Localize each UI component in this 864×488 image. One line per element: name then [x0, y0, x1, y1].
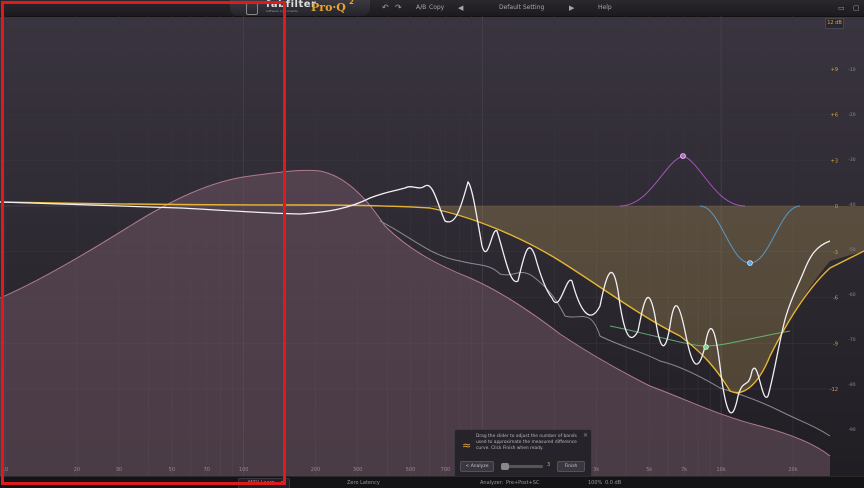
db-label: +6	[831, 113, 838, 119]
finish-button[interactable]: Finish	[557, 461, 585, 472]
analyzer-db-label: -70	[848, 337, 855, 343]
analyzer-db-label: -40	[848, 202, 855, 208]
db-label: 0	[835, 204, 838, 210]
db-label: +9	[831, 67, 838, 73]
minimize-icon[interactable]: ▭	[838, 0, 845, 16]
help-button[interactable]: Help	[598, 0, 612, 16]
band1-node[interactable]	[680, 153, 686, 159]
freq-label: 500	[406, 467, 416, 473]
band-count-value: 3	[547, 462, 551, 468]
analyzer-db-label: -30	[848, 157, 855, 163]
freq-label: 200	[311, 467, 321, 473]
freq-label: 7k	[681, 467, 687, 473]
band1-curve	[619, 155, 746, 207]
copy-button[interactable]: Copy	[429, 0, 444, 16]
analyzer-db-label: -80	[848, 382, 855, 388]
preset-next-icon[interactable]: ▶	[569, 0, 574, 16]
analyzer-db-label: -90	[848, 427, 855, 433]
analyzer-label: Analyzer:	[480, 480, 504, 486]
expand-icon[interactable]: ▢	[853, 0, 860, 16]
analyzer-db-label: -50	[848, 247, 855, 253]
db-label: +3	[831, 158, 838, 164]
redo-icon[interactable]: ↷	[395, 0, 402, 16]
gain-range-badge[interactable]: 12 dB	[825, 18, 844, 29]
analyze-button[interactable]: < Analyze	[460, 461, 494, 472]
band3-node[interactable]	[703, 344, 709, 350]
db-label: -3	[833, 250, 838, 256]
preset-prev-icon[interactable]: ◀	[458, 0, 463, 16]
db-label: -6	[833, 296, 838, 302]
difference-curve-icon: ≈	[462, 439, 472, 452]
freq-label: 10k	[716, 467, 725, 473]
undo-icon[interactable]: ↶	[382, 0, 389, 16]
analyzer-db-label: -60	[848, 292, 855, 298]
analyzer-mode[interactable]: Pre+Post+SC	[506, 477, 539, 488]
product-name: Pro·Q	[311, 1, 346, 14]
highlight-box	[1, 1, 286, 485]
band-count-slider-knob[interactable]	[501, 463, 509, 470]
band-count-slider[interactable]	[503, 465, 543, 468]
freq-label: 3k	[593, 467, 599, 473]
preset-name[interactable]: Default Setting	[499, 0, 544, 16]
analyzer-db-label: -20	[848, 112, 855, 118]
zoom-value[interactable]: 100%	[588, 477, 602, 488]
analyzer-db-label: -10	[848, 67, 855, 73]
output-gain[interactable]: 0.0 dB	[605, 477, 621, 488]
analyze-tooltip: ≈ Drag the slider to adjust the number o…	[454, 429, 592, 478]
latency-mode[interactable]: Zero Latency	[347, 477, 380, 488]
tooltip-text: Drag the slider to adjust the number of …	[476, 434, 577, 451]
db-label: -9	[833, 341, 838, 347]
band2-node[interactable]	[747, 260, 753, 266]
product-version: 2	[349, 0, 354, 6]
close-icon[interactable]: ✕	[583, 432, 588, 439]
db-label: -12	[830, 387, 838, 393]
freq-label: 5k	[646, 467, 652, 473]
freq-label: 700	[441, 467, 451, 473]
freq-label: 300	[353, 467, 363, 473]
ab-button[interactable]: A/B	[416, 0, 426, 16]
freq-label: 20k	[788, 467, 797, 473]
